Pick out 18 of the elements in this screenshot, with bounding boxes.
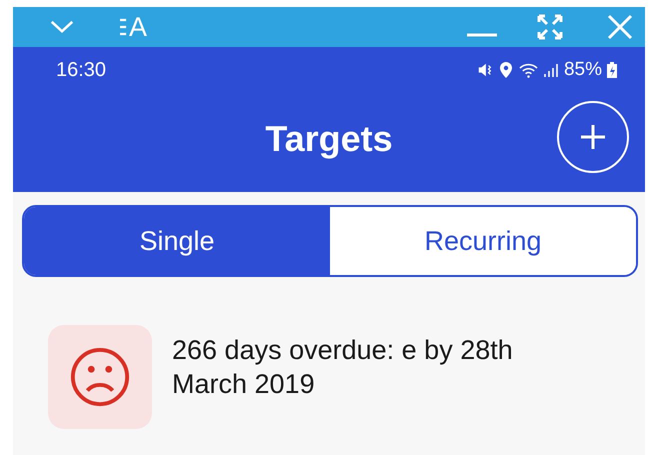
location-icon: [498, 62, 514, 78]
minimize-icon[interactable]: [467, 32, 497, 38]
status-time: 16:30: [56, 58, 106, 82]
segment-tab[interactable]: Single: [24, 207, 330, 275]
signal-icon: [542, 62, 559, 78]
expand-icon[interactable]: [537, 14, 563, 40]
battery-charging-icon: [607, 62, 617, 78]
chevron-down-icon[interactable]: [50, 20, 74, 34]
add-button[interactable]: [557, 101, 629, 173]
lines-icon: [120, 18, 127, 36]
wifi-icon: [518, 62, 538, 78]
target-text: 266 days overdue: e by 28th March 2019: [172, 334, 514, 401]
battery-level: 85%: [564, 59, 602, 81]
page-title: Targets: [265, 118, 393, 160]
mute-icon: [476, 62, 493, 78]
sad-face-icon: [69, 346, 131, 408]
segment-tab[interactable]: Recurring: [330, 207, 636, 275]
close-icon[interactable]: [607, 14, 633, 40]
